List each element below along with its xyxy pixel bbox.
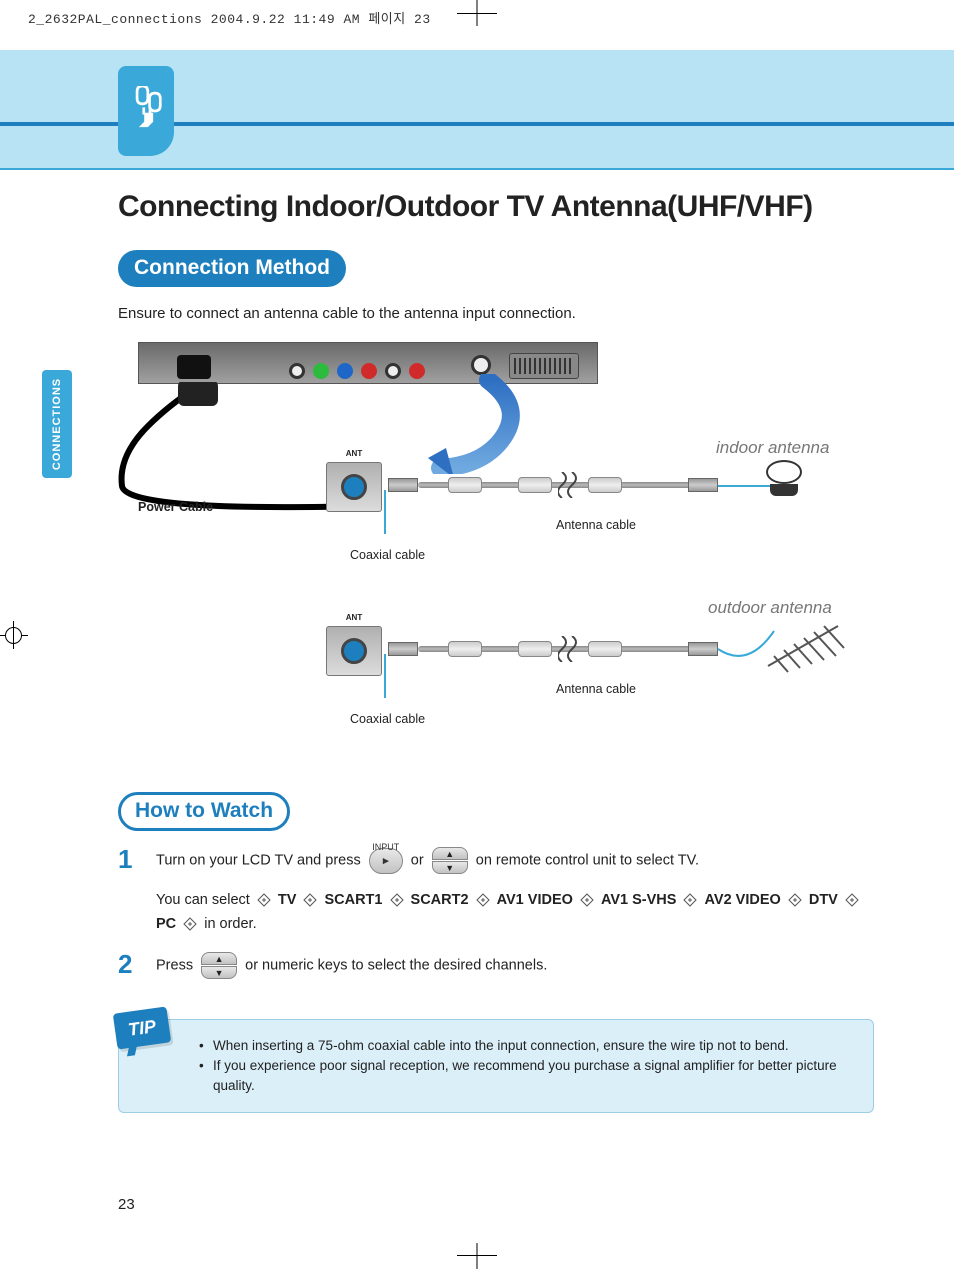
cable-break-icon — [558, 636, 580, 662]
input-source-name: AV2 VIDEO — [705, 892, 781, 908]
print-header: 2_2632PAL_connections 2004.9.22 11:49 AM… — [28, 8, 431, 27]
outdoor-antenna-icon — [758, 612, 848, 676]
ant-jack-label: ANT — [346, 449, 362, 458]
ferrite-core — [448, 641, 482, 657]
step-text: in order. — [204, 916, 256, 932]
input-cycle-list: TV SCART1 SCART2 AV1 VIDEO AV1 S-VHS AV2… — [156, 892, 862, 932]
heading-how-to-watch: How to Watch — [118, 792, 290, 831]
step-1: 1 Turn on your LCD TV and press INPUT ▸ … — [118, 847, 874, 936]
cable-break-icon — [558, 472, 580, 498]
input-source-name: TV — [278, 892, 297, 908]
cycle-arrow-icon — [580, 893, 594, 907]
step-2: 2 Press ▲▼ or numeric keys to select the… — [118, 952, 874, 979]
ferrite-core — [448, 477, 482, 493]
step-number: 2 — [118, 952, 142, 976]
channel-up-down-icon: ▲▼ — [432, 847, 468, 874]
ferrite-core — [588, 477, 622, 493]
coax-connector — [388, 478, 418, 492]
label-indoor-antenna: indoor antenna — [716, 438, 829, 458]
step-text: Turn on your LCD TV and press — [156, 852, 361, 868]
ant-jack-indoor: ANT — [326, 462, 382, 512]
input-source-name: SCART2 — [411, 892, 469, 908]
component-pr-port — [361, 363, 377, 379]
input-source-name: AV1 S-VHS — [601, 892, 676, 908]
page-title: Connecting Indoor/Outdoor TV Antenna(UHF… — [118, 190, 874, 224]
tip-box: TIP When inserting a 75-ohm coaxial cabl… — [118, 1019, 874, 1113]
label-antenna-cable: Antenna cable — [556, 518, 636, 532]
ac-in-socket — [177, 355, 211, 379]
page-number: 23 — [118, 1196, 135, 1213]
coax-connector — [388, 642, 418, 656]
antenna-port — [471, 355, 491, 375]
input-button-icon: INPUT ▸ — [369, 848, 403, 874]
step-text: You can select — [156, 892, 250, 908]
cycle-arrow-icon — [476, 893, 490, 907]
cycle-arrow-icon — [257, 893, 271, 907]
dsub-port — [289, 363, 305, 379]
ant-jack-outdoor: ANT — [326, 626, 382, 676]
cycle-arrow-icon — [845, 893, 859, 907]
coax-lead-line — [384, 490, 386, 534]
step-number: 1 — [118, 847, 142, 871]
step-text: or — [411, 852, 424, 868]
ferrite-core — [588, 641, 622, 657]
input-button-label: INPUT — [372, 835, 399, 859]
cycle-arrow-icon — [390, 893, 404, 907]
ferrite-core — [518, 477, 552, 493]
ferrite-core — [518, 641, 552, 657]
indoor-antenna-icon — [766, 460, 802, 496]
component-y-port — [313, 363, 329, 379]
arrow-to-ant-box — [398, 374, 538, 474]
coax-connector — [688, 642, 718, 656]
step-text: Press — [156, 957, 193, 973]
component-pb-port — [337, 363, 353, 379]
step-text: or numeric keys to select the desired ch… — [245, 957, 547, 973]
cycle-arrow-icon — [788, 893, 802, 907]
label-coaxial-cable: Coaxial cable — [350, 712, 425, 726]
cycle-arrow-icon — [303, 893, 317, 907]
channel-up-down-icon: ▲▼ — [201, 952, 237, 979]
cycle-arrow-icon — [183, 917, 197, 931]
connection-diagram: Power Cable ANT indoor antenna — [118, 342, 874, 772]
input-source-name: SCART1 — [324, 892, 382, 908]
cycle-arrow-icon — [683, 893, 697, 907]
coax-lead-line — [384, 654, 386, 698]
label-coaxial-cable: Coaxial cable — [350, 548, 425, 562]
tip-badge: TIP — [113, 1006, 171, 1049]
plug-icon — [128, 86, 164, 136]
crop-mark-top — [447, 0, 507, 30]
tip-item: When inserting a 75-ohm coaxial cable in… — [199, 1036, 853, 1056]
connections-chapter-icon — [118, 66, 174, 156]
tip-item: If you experience poor signal reception,… — [199, 1056, 853, 1096]
label-antenna-cable: Antenna cable — [556, 682, 636, 696]
crop-mark-bottom — [447, 1239, 507, 1269]
heading-connection-method: Connection Method — [118, 250, 346, 287]
ant-jack-label: ANT — [346, 613, 362, 622]
step-text: on remote control unit to select TV. — [476, 852, 699, 868]
coax-connector — [688, 478, 718, 492]
intro-text: Ensure to connect an antenna cable to th… — [118, 305, 874, 322]
input-source-name: PC — [156, 916, 176, 932]
label-power-cable: Power Cable — [138, 500, 213, 514]
input-source-name: AV1 VIDEO — [497, 892, 573, 908]
input-source-name: DTV — [809, 892, 838, 908]
